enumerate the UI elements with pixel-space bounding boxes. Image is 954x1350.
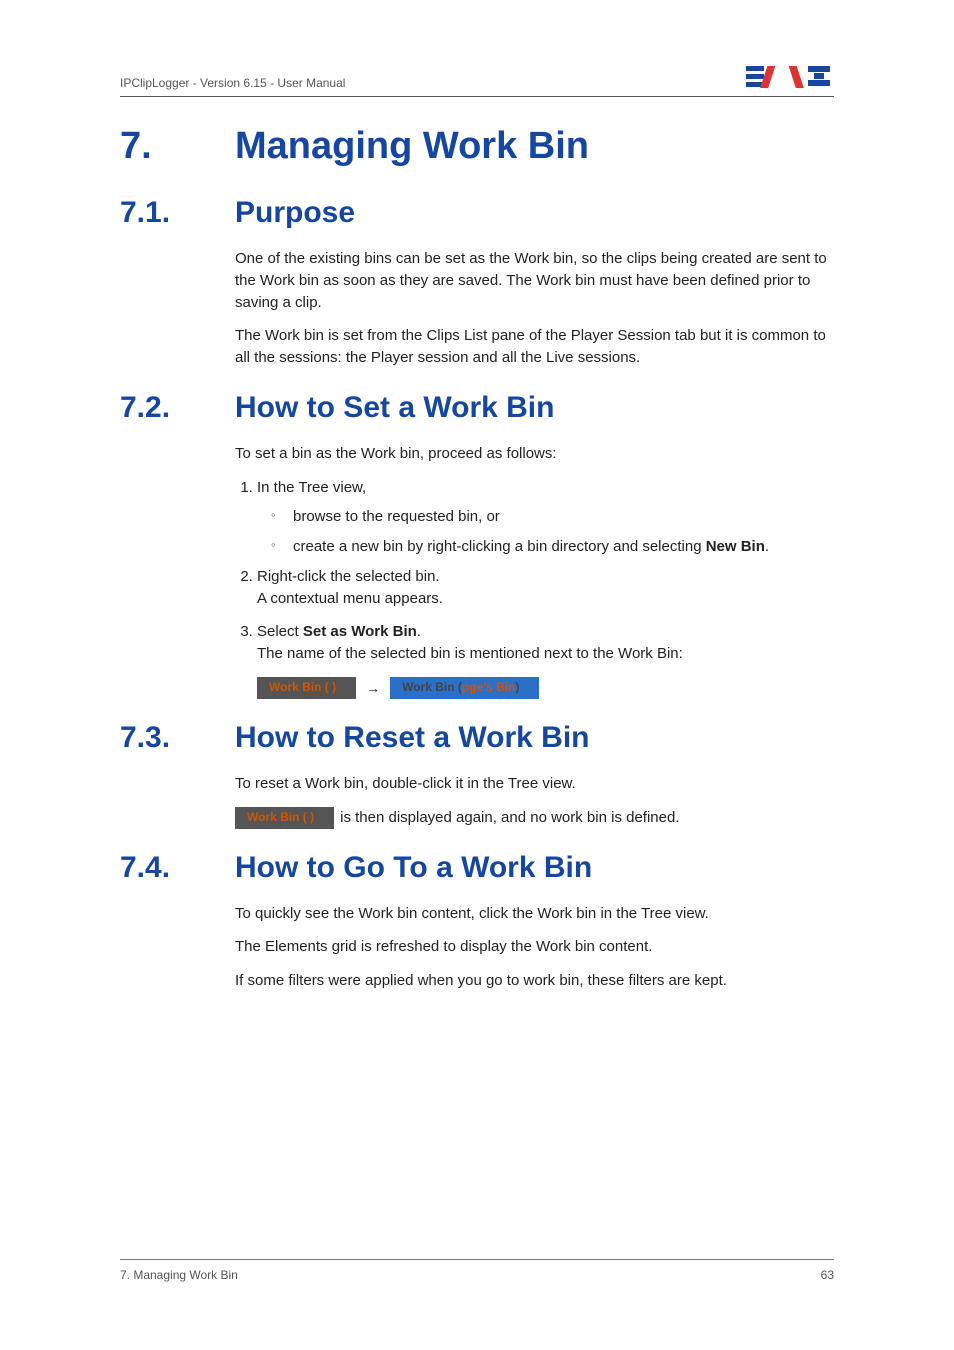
- chip-suffix: ): [515, 679, 519, 696]
- section-number: 7.4.: [120, 851, 235, 885]
- page-footer: 7. Managing Work Bin 63: [120, 1259, 834, 1282]
- work-bin-empty-chip: Work Bin ( ): [257, 677, 356, 699]
- section-number: 7.2.: [120, 391, 235, 425]
- section-7-1-body: One of the existing bins can be set as t…: [235, 248, 834, 369]
- sub-item-text: .: [765, 538, 769, 555]
- footer-left: 7. Managing Work Bin: [120, 1268, 238, 1282]
- paragraph: To reset a Work bin, double-click it in …: [235, 773, 834, 795]
- work-bin-empty-chip: Work Bin ( ): [235, 807, 334, 829]
- inline-chip-paragraph: Work Bin ( ) is then displayed again, an…: [235, 807, 834, 829]
- step-text: In the Tree view,: [257, 479, 366, 496]
- step-text: Select: [257, 623, 303, 640]
- section-7-4-heading: 7.4.How to Go To a Work Bin: [120, 851, 834, 885]
- section-7-4-body: To quickly see the Work bin content, cli…: [235, 903, 834, 992]
- section-title: How to Go To a Work Bin: [235, 851, 592, 885]
- arrow-icon: →: [366, 678, 380, 698]
- chapter-heading: 7.Managing Work Bin: [120, 125, 834, 168]
- footer-page-number: 63: [821, 1268, 834, 1282]
- paragraph: To set a bin as the Work bin, proceed as…: [235, 443, 834, 465]
- bold-text: Set as Work Bin: [303, 623, 417, 640]
- paragraph: To quickly see the Work bin content, cli…: [235, 903, 834, 925]
- section-number: 7.1.: [120, 196, 235, 230]
- bold-text: New Bin: [706, 538, 765, 555]
- chip-prefix: Work Bin (: [402, 679, 462, 696]
- section-title: How to Set a Work Bin: [235, 391, 554, 425]
- step-3: Select Set as Work Bin. The name of the …: [257, 621, 834, 699]
- section-7-2-body: To set a bin as the Work bin, proceed as…: [235, 443, 834, 699]
- section-title: Purpose: [235, 196, 355, 230]
- paragraph: The Work bin is set from the Clips List …: [235, 325, 834, 369]
- step-text: Right-click the selected bin.: [257, 568, 440, 585]
- sub-item-text: create a new bin by right-clicking a bin…: [293, 538, 706, 555]
- header-left-text: IPClipLogger - Version 6.15 - User Manua…: [120, 76, 345, 90]
- section-7-3-heading: 7.3.How to Reset a Work Bin: [120, 721, 834, 755]
- sub-item: create a new bin by right-clicking a bin…: [265, 536, 834, 558]
- page-header: IPClipLogger - Version 6.15 - User Manua…: [120, 64, 834, 97]
- section-number: 7.3.: [120, 721, 235, 755]
- work-bin-chip-row: Work Bin ( ) → Work Bin (pge's Bin): [257, 677, 834, 699]
- step-1: In the Tree view, browse to the requeste…: [257, 477, 834, 558]
- step-followup: A contextual menu appears.: [257, 588, 834, 610]
- sub-item: browse to the requested bin, or: [265, 506, 834, 528]
- step-text: .: [417, 623, 421, 640]
- section-title: How to Reset a Work Bin: [235, 721, 590, 755]
- steps-list: In the Tree view, browse to the requeste…: [235, 477, 834, 699]
- paragraph: The Elements grid is refreshed to displa…: [235, 936, 834, 958]
- section-7-3-body: To reset a Work bin, double-click it in …: [235, 773, 834, 829]
- chapter-title: Managing Work Bin: [235, 125, 589, 168]
- sub-list: browse to the requested bin, or create a…: [265, 506, 834, 558]
- paragraph-tail: is then displayed again, and no work bin…: [340, 807, 679, 829]
- paragraph: One of the existing bins can be set as t…: [235, 248, 834, 313]
- chapter-number: 7.: [120, 125, 235, 168]
- step-2: Right-click the selected bin. A contextu…: [257, 566, 834, 610]
- section-7-1-heading: 7.1.Purpose: [120, 196, 834, 230]
- evs-logo: [746, 64, 834, 90]
- work-bin-filled-chip: Work Bin (pge's Bin): [390, 677, 539, 699]
- step-followup: The name of the selected bin is mentione…: [257, 643, 834, 665]
- chip-bin-name: pge's Bin: [462, 679, 516, 696]
- paragraph: If some filters were applied when you go…: [235, 970, 834, 992]
- section-7-2-heading: 7.2.How to Set a Work Bin: [120, 391, 834, 425]
